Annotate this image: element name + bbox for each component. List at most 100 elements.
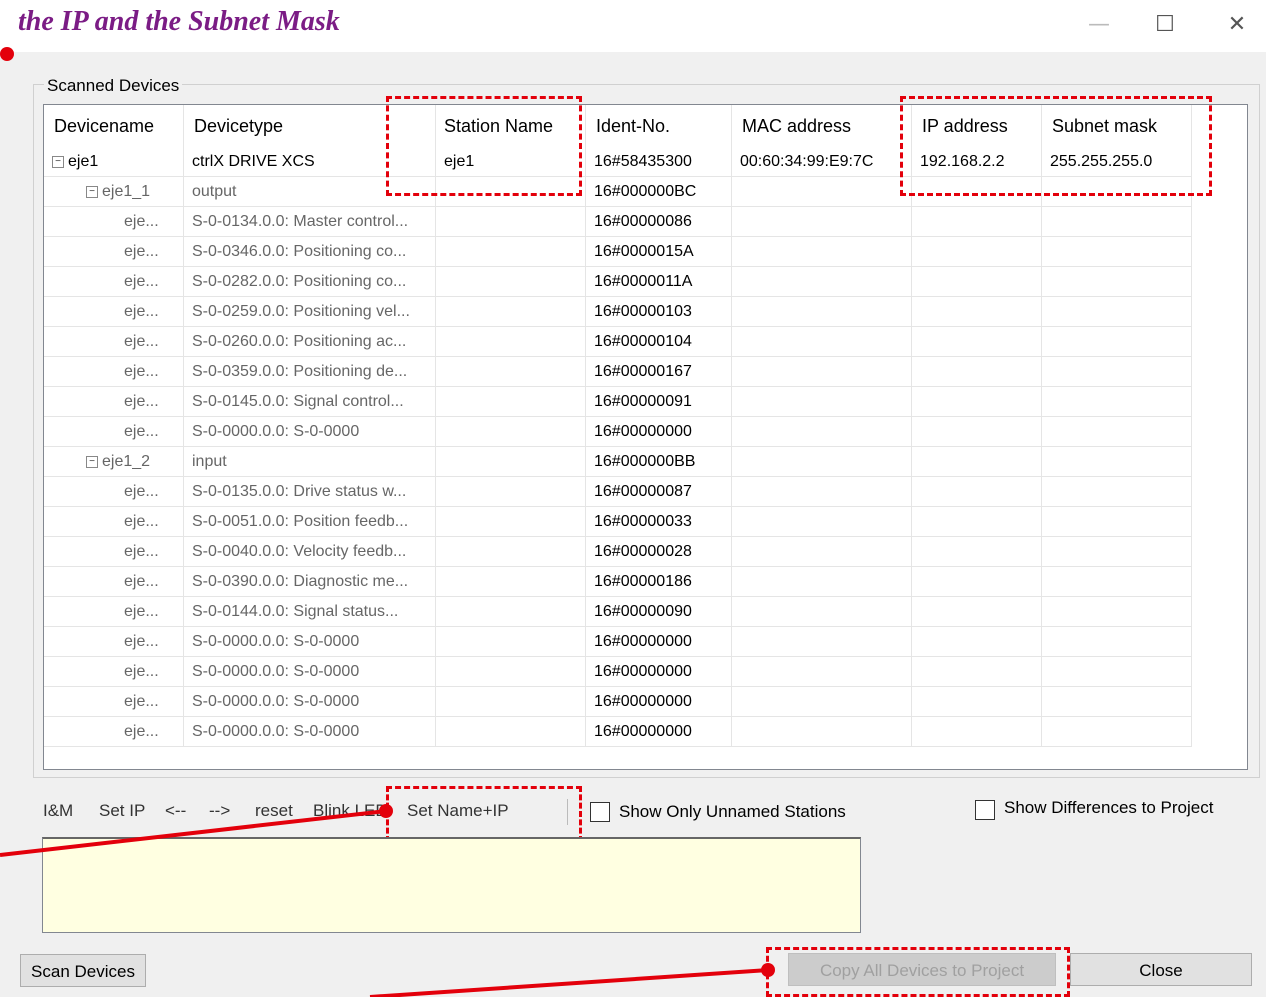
cell-name: eje... (44, 627, 184, 657)
cell-mac (732, 327, 912, 357)
cell-type: S-0-0040.0.0: Velocity feedb... (184, 537, 436, 567)
cell-name: eje... (44, 387, 184, 417)
table-row[interactable]: eje... S-0-0134.0.0: Master control... 16#… (44, 207, 1192, 237)
cell-mask (1042, 567, 1192, 597)
table-row[interactable]: eje... S-0-0135.0.0: Drive status w... 16#… (44, 477, 1192, 507)
cell-mac (732, 417, 912, 447)
cell-ident: 16#00000033 (586, 507, 732, 537)
cell-station (436, 717, 586, 747)
devicename-text: eje... (124, 393, 159, 410)
cell-name: eje... (44, 237, 184, 267)
col-ident-no[interactable]: Ident-No. (586, 105, 732, 147)
cell-ident: 16#00000091 (586, 387, 732, 417)
table-row[interactable]: eje... S-0-0040.0.0: Velocity feedb... 16#… (44, 537, 1192, 567)
table-row[interactable]: eje... S-0-0260.0.0: Positioning ac... 16#… (44, 327, 1192, 357)
cell-name: eje... (44, 417, 184, 447)
cell-ident: 16#0000011A (586, 267, 732, 297)
cell-mac (732, 177, 912, 207)
cell-ident: 16#00000104 (586, 327, 732, 357)
cell-type: S-0-0134.0.0: Master control... (184, 207, 436, 237)
cell-mac (732, 567, 912, 597)
cell-mac (732, 207, 912, 237)
cell-mask (1042, 297, 1192, 327)
devicename-text: eje... (124, 723, 159, 740)
cell-station (436, 417, 586, 447)
cell-mac (732, 267, 912, 297)
table-row[interactable]: eje... S-0-0145.0.0: Signal control... 16#… (44, 387, 1192, 417)
blink-led-button[interactable]: Blink LED (313, 793, 391, 829)
cell-ip (912, 327, 1042, 357)
group-title: Scanned Devices (44, 76, 183, 96)
cell-mac (732, 597, 912, 627)
table-row[interactable]: eje... S-0-0051.0.0: Position feedb... 16#… (44, 507, 1192, 537)
arrow-line-copy-all (369, 968, 769, 997)
cell-station (436, 597, 586, 627)
close-window-button[interactable]: ✕ (1222, 10, 1252, 40)
cell-mask (1042, 417, 1192, 447)
toolbar-separator (567, 799, 568, 825)
figure-caption: the IP and the Subnet Mask (18, 6, 340, 38)
cell-station (436, 207, 586, 237)
cell-ident: 16#00000000 (586, 657, 732, 687)
tree-collapse-icon[interactable]: − (52, 155, 64, 168)
cell-station (436, 567, 586, 597)
im-button[interactable]: I&M (43, 793, 73, 829)
cell-mask (1042, 687, 1192, 717)
devicename-text: eje... (124, 513, 159, 530)
maximize-button[interactable]: ☐ (1150, 10, 1180, 40)
cell-type: S-0-0346.0.0: Positioning co... (184, 237, 436, 267)
annotation-dot (0, 47, 14, 61)
show-unnamed-checkbox[interactable] (590, 802, 610, 822)
devicename-text: eje... (124, 543, 159, 560)
cell-name: eje... (44, 657, 184, 687)
cell-station (436, 327, 586, 357)
tree-collapse-icon[interactable]: − (86, 455, 98, 468)
cell-type: input (184, 447, 436, 477)
next-button[interactable]: --> (209, 793, 230, 829)
table-row[interactable]: eje... S-0-0000.0.0: S-0-0000 16#00000000 (44, 687, 1192, 717)
show-differences-checkbox[interactable] (975, 800, 995, 820)
table-row[interactable]: eje... S-0-0144.0.0: Signal status... 16#0… (44, 597, 1192, 627)
minimize-button[interactable]: — (1084, 10, 1114, 40)
table-row[interactable]: eje... S-0-0390.0.0: Diagnostic me... 16#0… (44, 567, 1192, 597)
cell-mask (1042, 717, 1192, 747)
table-row[interactable]: eje... S-0-0259.0.0: Positioning vel... 16… (44, 297, 1192, 327)
table-row[interactable]: eje... S-0-0000.0.0: S-0-0000 16#00000000 (44, 627, 1192, 657)
set-name-ip-button[interactable]: Set Name+IP (407, 793, 509, 829)
col-devicename[interactable]: Devicename (44, 105, 184, 147)
cell-ident: 16#00000000 (586, 627, 732, 657)
table-row[interactable]: eje... S-0-0359.0.0: Positioning de... 16#… (44, 357, 1192, 387)
table-row[interactable]: eje... S-0-0346.0.0: Positioning co... 16#… (44, 237, 1192, 267)
devicename-text: eje... (124, 273, 159, 290)
table-row[interactable]: eje... S-0-0282.0.0: Positioning co... 16#… (44, 267, 1192, 297)
close-button[interactable]: Close (1070, 953, 1252, 986)
cell-name: eje... (44, 207, 184, 237)
table-row[interactable]: eje... S-0-0000.0.0: S-0-0000 16#00000000 (44, 657, 1192, 687)
cell-ident: 16#00000000 (586, 417, 732, 447)
cell-mask (1042, 597, 1192, 627)
cell-mask (1042, 447, 1192, 477)
cell-ident: 16#00000090 (586, 597, 732, 627)
cell-mask (1042, 237, 1192, 267)
table-row[interactable]: − eje1_2 input 16#000000BB (44, 447, 1192, 477)
tree-collapse-icon[interactable]: − (86, 185, 98, 198)
cell-type: S-0-0000.0.0: S-0-0000 (184, 657, 436, 687)
set-ip-button[interactable]: Set IP (99, 793, 145, 829)
table-row[interactable]: eje... S-0-0000.0.0: S-0-0000 16#00000000 (44, 717, 1192, 747)
devicename-text: eje... (124, 243, 159, 260)
reset-button[interactable]: reset (255, 793, 293, 829)
cell-mask (1042, 387, 1192, 417)
devicename-text: eje... (124, 633, 159, 650)
scan-devices-button[interactable]: Scan Devices (20, 954, 146, 987)
table-row[interactable]: eje... S-0-0000.0.0: S-0-0000 16#00000000 (44, 417, 1192, 447)
col-mac-address[interactable]: MAC address (732, 105, 912, 147)
cell-name: − eje1 (44, 147, 184, 177)
devices-grid[interactable]: Devicename Devicetype Station Name Ident… (43, 104, 1248, 770)
prev-button[interactable]: <-- (165, 793, 186, 829)
cell-mask (1042, 267, 1192, 297)
copy-all-devices-button[interactable]: Copy All Devices to Project (788, 953, 1056, 986)
cell-station (436, 507, 586, 537)
cell-mask (1042, 207, 1192, 237)
cell-mask (1042, 537, 1192, 567)
cell-mac (732, 537, 912, 567)
